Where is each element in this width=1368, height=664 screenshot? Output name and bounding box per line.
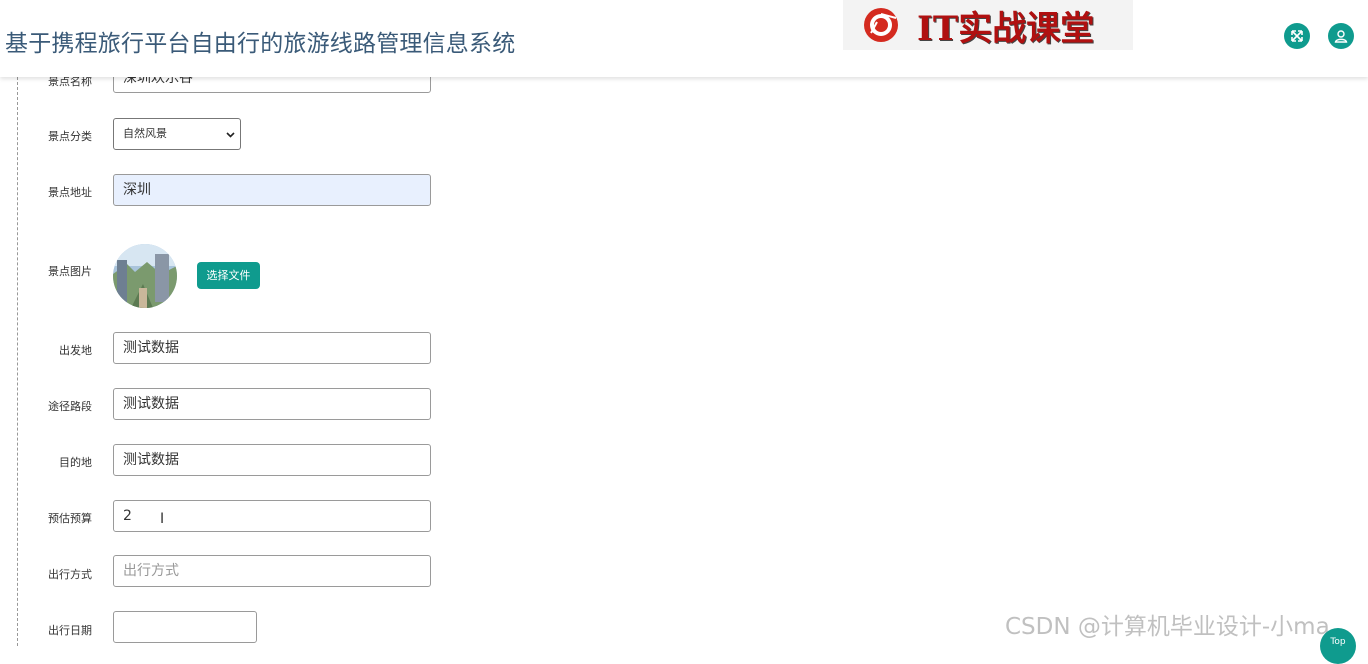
spot-category-select[interactable]: 自然风景 — [113, 118, 241, 150]
spot-photo-image — [113, 244, 177, 308]
route-input[interactable]: 测试数据 — [113, 388, 431, 420]
app-title: 基于携程旅行平台自由行的旅游线路管理信息系统 — [5, 31, 516, 57]
spot-address-input[interactable]: 深圳 — [113, 174, 431, 206]
label-destination: 目的地 — [59, 456, 92, 469]
label-route: 途径路段 — [48, 400, 92, 413]
destination-input[interactable]: 测试数据 — [113, 444, 431, 476]
travel-mode-input[interactable]: 出行方式 — [113, 555, 431, 587]
label-spot-image: 景点图片 — [48, 265, 92, 278]
label-budget: 预估预算 — [48, 512, 92, 525]
back-to-top-button[interactable]: Top — [1320, 628, 1356, 664]
csdn-watermark: CSDN @计算机毕业设计-小ma — [1005, 614, 1330, 640]
expand-icon — [1291, 30, 1303, 42]
text-cursor-icon: I — [160, 511, 165, 527]
label-travel-date: 出行日期 — [48, 624, 92, 637]
user-icon — [1334, 30, 1348, 43]
brand-text: IT实战课堂 — [917, 8, 1095, 49]
departure-input[interactable]: 测试数据 — [113, 332, 431, 364]
chevron-down-icon — [226, 132, 235, 138]
label-spot-address: 景点地址 — [48, 186, 92, 199]
fullscreen-button[interactable] — [1284, 23, 1310, 49]
choose-file-button[interactable]: 选择文件 — [197, 262, 260, 289]
travel-date-input[interactable] — [113, 611, 257, 643]
chrome-logo-icon — [864, 8, 898, 42]
label-travel-mode: 出行方式 — [48, 568, 92, 581]
label-spot-category: 景点分类 — [48, 130, 92, 143]
label-departure: 出发地 — [59, 344, 92, 357]
brand-banner: IT实战课堂 — [843, 0, 1133, 50]
spot-category-value: 自然风景 — [123, 127, 167, 140]
spot-image-preview — [113, 244, 177, 308]
user-button[interactable] — [1328, 23, 1354, 49]
form-border — [17, 77, 18, 646]
top-header: 基于携程旅行平台自由行的旅游线路管理信息系统 IT实战课堂 — [0, 0, 1368, 77]
